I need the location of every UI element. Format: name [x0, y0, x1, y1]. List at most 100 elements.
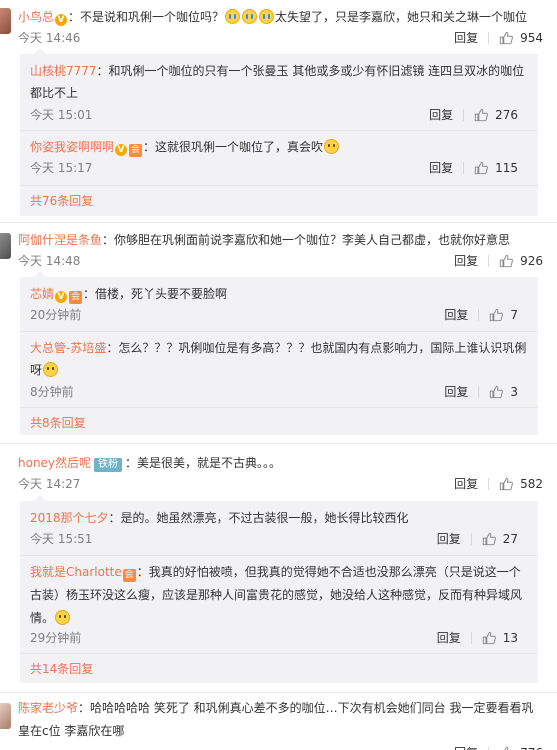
reply-username[interactable]: 我就是Charlotte [30, 565, 122, 579]
reply-username[interactable]: 山核桃7777 [30, 64, 97, 78]
thumbs-up-icon [490, 385, 504, 399]
reply-list: 芯婧 V 会：借楼，死丫头要不要脸啊 20分钟前 回复 7 大总管-苏培盛：怎么？？… [20, 271, 538, 435]
comment-time: 今天 14:46 [18, 31, 81, 45]
reply-item: 山核桃7777：和巩俐一个咖位的只有一个张曼玉 其他或多或少有怀旧滤镜 连四旦双… [30, 62, 530, 126]
reply-arrow [34, 48, 46, 54]
like-button[interactable]: 3 [489, 384, 518, 400]
view-more-replies-link[interactable]: 共76条回复 [30, 193, 93, 209]
comment-divider [0, 692, 557, 693]
reply-divider [20, 185, 538, 186]
like-button[interactable]: 276 [474, 107, 518, 123]
like-button[interactable]: 13 [482, 630, 518, 646]
member-badge-icon: 会 [122, 569, 136, 582]
comment-username[interactable]: 阿伽什涅是条鱼 [18, 233, 102, 247]
reply-text: ：怎么？？？巩俐咖位是有多高？？？也就国内有点影响力，国际上谁认识巩俐 [106, 341, 527, 355]
divider [478, 309, 480, 321]
thumbs-up-icon [482, 631, 496, 645]
comment-username[interactable]: honey然后呢 [18, 456, 91, 470]
view-more-replies-link[interactable]: 共14条回复 [30, 661, 93, 677]
comment-text: ：不是说和巩俐一个咖位吗？ [68, 10, 225, 24]
comment-time: 今天 14:27 [18, 477, 81, 491]
divider [470, 533, 472, 545]
comment-item: honey然后呢 铁粉 ：美是很美，就是不古典。。。 今天 14:27 回复 582… [0, 447, 557, 687]
reply-item: 大总管-苏培盛：怎么？？？巩俐咖位是有多高？？？也就国内有点影响力，国际上谁认识… [30, 339, 530, 403]
divider [470, 632, 472, 644]
reply-button[interactable]: 回复 [454, 476, 478, 492]
reply-actions: 回复 3 [444, 384, 518, 400]
comment-username[interactable]: 小鸟总 [18, 10, 54, 24]
reply-arrow [34, 271, 46, 277]
reply-text: ：我真的好怕被喷，但我真的觉得她不合适也没那么漂亮（只是说这一个 [136, 565, 521, 579]
comment-divider [0, 222, 557, 223]
smirk-emoji-icon [324, 139, 340, 154]
reply-username[interactable]: 2018那个七夕 [30, 511, 109, 525]
awkward-emoji-icon [55, 610, 71, 625]
like-count: 276 [495, 108, 518, 122]
reply-time: 20分钟前 [30, 308, 82, 322]
reply-divider [20, 407, 538, 408]
reply-time: 8分钟前 [30, 385, 74, 399]
comment-divider [0, 443, 557, 444]
avatar[interactable] [0, 233, 11, 259]
thumbs-up-icon [499, 31, 513, 45]
reply-button[interactable]: 回复 [454, 253, 478, 269]
reply-username[interactable]: 芯婧 [30, 287, 54, 301]
reply-button[interactable]: 回复 [444, 384, 468, 400]
comment-text-continued: 太失望了，只是李嘉欣，她只和关之琳一个咖位 [275, 10, 528, 24]
member-badge-icon: 会 [129, 144, 143, 157]
reply-button[interactable]: 回复 [444, 307, 468, 323]
reply-actions: 回复 115 [429, 160, 518, 176]
crying-emoji-icon [242, 9, 258, 24]
reply-text: ：和巩俐一个咖位的只有一个张曼玉 其他或多或少有怀旧滤镜 连四旦双冰的咖位 [96, 64, 525, 78]
comment-username[interactable]: 陈家老少爷 [18, 701, 78, 715]
verified-v-icon: V [55, 14, 68, 26]
reply-arrow [34, 495, 46, 501]
reply-button[interactable]: 回复 [429, 160, 453, 176]
like-count: 13 [502, 631, 518, 645]
like-count: 582 [520, 477, 543, 491]
like-button[interactable]: 115 [474, 160, 518, 176]
avatar[interactable] [0, 703, 11, 729]
reply-button[interactable]: 回复 [437, 630, 461, 646]
reply-actions: 回复 276 [429, 107, 518, 123]
avatar[interactable] [0, 8, 11, 34]
divider [488, 32, 490, 44]
comment-item: 陈家老少爷：哈哈哈哈哈 笑死了 和巩俐真心差不多的咖位…下次有机会她们同台 我一… [0, 695, 557, 750]
fan-badge: 铁粉 [94, 458, 123, 472]
reply-button[interactable]: 回复 [429, 107, 453, 123]
thumbs-up-icon [499, 477, 513, 491]
reply-text-continued: 呀 [30, 363, 43, 377]
like-button[interactable]: 582 [499, 476, 543, 492]
reply-time: 今天 15:51 [30, 532, 93, 546]
like-button[interactable]: 926 [499, 253, 543, 269]
reply-username[interactable]: 大总管-苏培盛 [30, 341, 106, 355]
thumbs-up-icon [474, 161, 488, 175]
reply-time: 今天 15:01 [30, 108, 93, 122]
comment-actions: 回复 582 [454, 476, 543, 492]
reply-list: 山核桃7777：和巩俐一个咖位的只有一个张曼玉 其他或多或少有怀旧滤镜 连四旦双… [20, 48, 538, 216]
verified-v-icon: V [55, 291, 68, 303]
like-count: 954 [520, 31, 543, 45]
crying-emoji-icon [225, 9, 241, 24]
reply-text-continued: 古装）杨玉环没这么瘦，应该是那种人间富贵花的感觉，她没给人这种感觉，反而有种异域… [30, 588, 523, 602]
reply-text-continued: 都比不上 [30, 86, 79, 100]
reply-button[interactable]: 回复 [437, 531, 461, 547]
like-button[interactable]: 7 [489, 307, 518, 323]
like-button[interactable]: 954 [499, 30, 543, 46]
like-button[interactable]: 776 [499, 745, 543, 750]
like-button[interactable]: 27 [482, 531, 518, 547]
like-count: 3 [510, 385, 518, 399]
reply-button[interactable]: 回复 [454, 30, 478, 46]
reply-button[interactable]: 回复 [454, 745, 478, 750]
divider [488, 478, 490, 490]
verified-v-icon: V [115, 144, 128, 156]
comment-text-continued: 皇在c位 李嘉欣在哪 [18, 724, 125, 738]
reply-divider [20, 653, 538, 654]
view-more-replies-link[interactable]: 共8条回复 [30, 415, 86, 431]
thumbs-up-icon [474, 108, 488, 122]
reply-username[interactable]: 你姿我姿啊啊啊 [30, 140, 114, 154]
like-count: 27 [502, 532, 518, 546]
divider [463, 109, 465, 121]
divider [463, 162, 465, 174]
reply-divider [20, 130, 538, 131]
